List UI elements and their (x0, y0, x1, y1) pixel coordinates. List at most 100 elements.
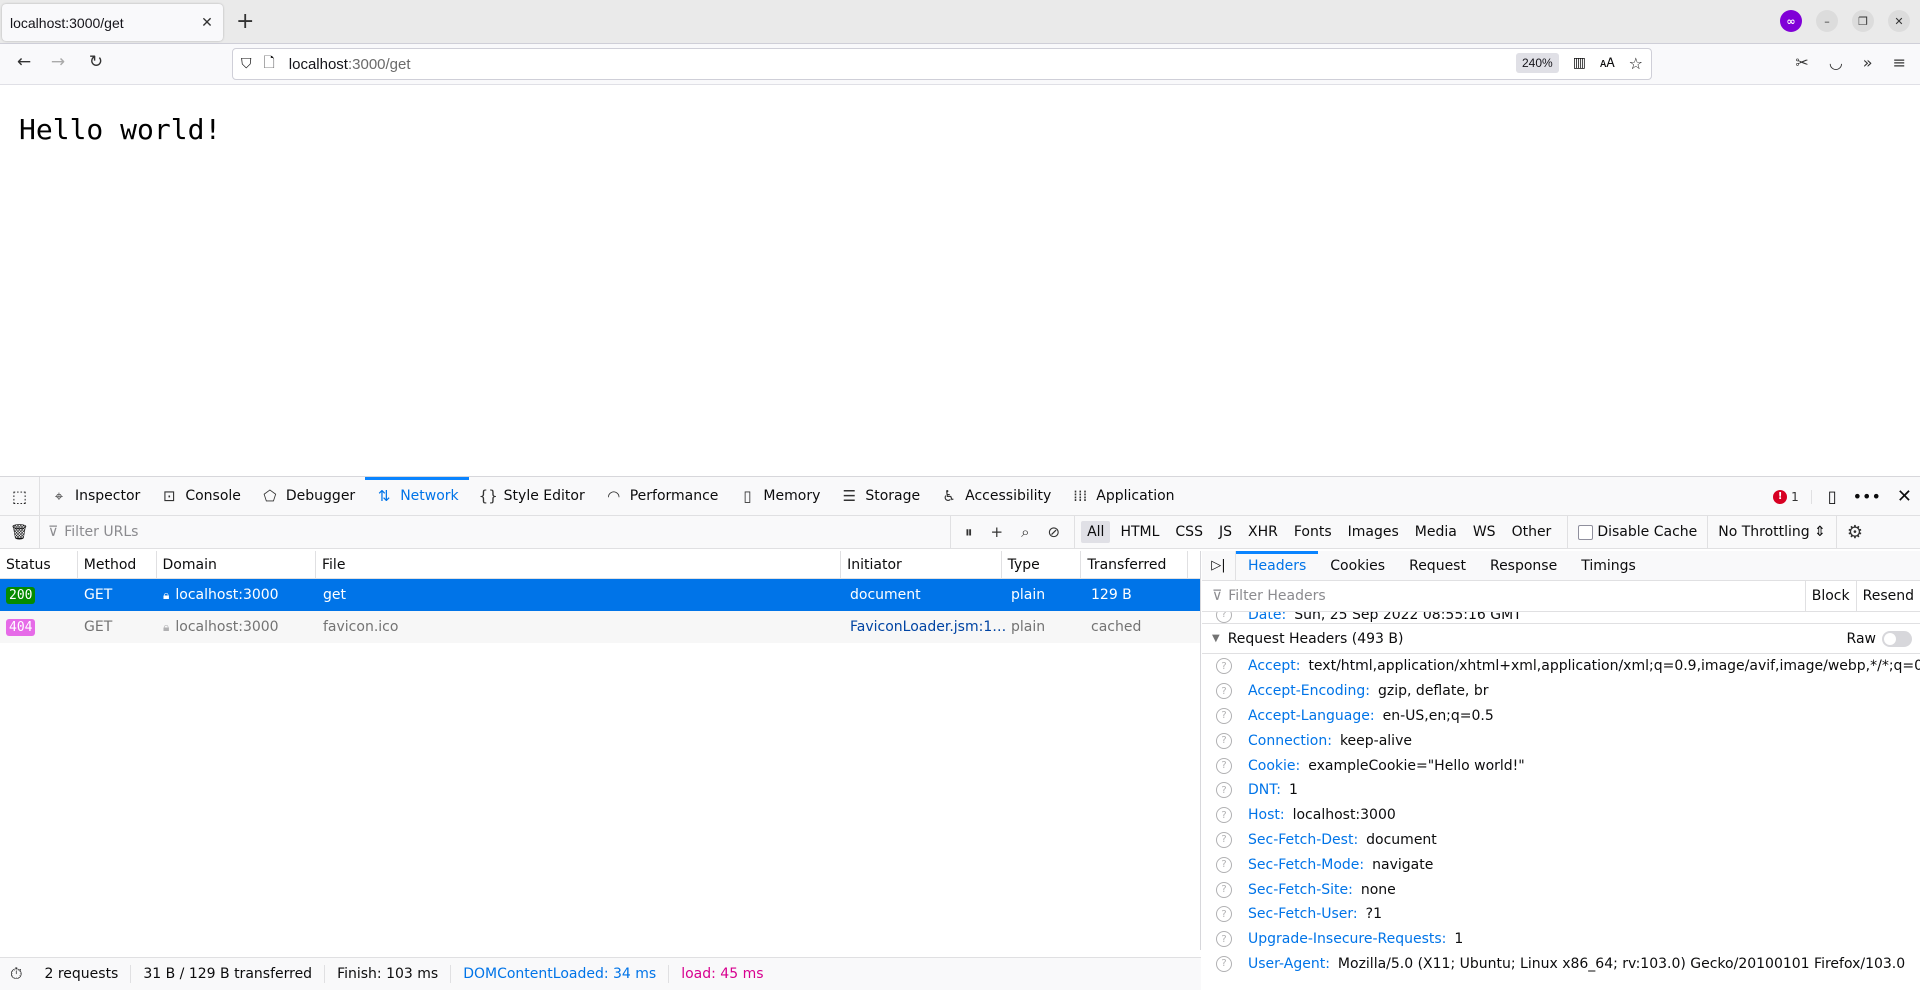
help-icon[interactable]: ? (1216, 658, 1232, 675)
help-icon[interactable]: ? (1216, 931, 1232, 948)
clear-requests-icon[interactable]: 🗑 (0, 516, 40, 548)
bookmark-star-icon[interactable]: ☆ (1629, 54, 1643, 73)
checkbox-box[interactable] (1578, 524, 1594, 540)
responsive-design-icon[interactable]: ▯ (1828, 487, 1837, 506)
help-icon[interactable]: ? (1216, 707, 1232, 724)
zoom-level-badge[interactable]: 240% (1516, 53, 1559, 73)
toggle-sidebar-icon[interactable]: ▷| (1202, 551, 1236, 580)
tab-application[interactable]: ⁞⁞⁞ Application (1061, 477, 1184, 515)
tab-label: Debugger (285, 488, 356, 504)
help-icon[interactable]: ? (1216, 683, 1232, 700)
reload-button[interactable]: ↻ (84, 52, 108, 72)
filter-fonts[interactable]: Fonts (1288, 521, 1338, 543)
url-text[interactable]: localhost:3000/get (289, 56, 411, 73)
request-row[interactable]: 404 GET 🔒︎ localhost:3000 favicon.ico Fav… (0, 611, 1200, 643)
element-picker-icon[interactable]: ⬚ (0, 477, 40, 515)
minimize-button[interactable]: – (1816, 10, 1838, 32)
tab-accessibility[interactable]: ♿ Accessibility (930, 477, 1061, 515)
request-row[interactable]: 200 GET 🔒︎ localhost:3000 get document pl… (0, 579, 1200, 611)
block-icon[interactable]: ⊘ (1048, 523, 1061, 541)
column-domain[interactable]: Domain (157, 551, 316, 578)
column-method[interactable]: Method (78, 551, 157, 578)
help-icon[interactable]: ? (1216, 757, 1232, 774)
tab-console[interactable]: ⊡ Console (150, 477, 251, 515)
back-button[interactable]: ← (12, 52, 36, 72)
resend-button[interactable]: Resend (1855, 581, 1920, 611)
error-count-badge[interactable]: ! 1 (1773, 489, 1812, 504)
details-tab-headers[interactable]: Headers (1236, 551, 1319, 580)
disable-cache-checkbox[interactable]: Disable Cache (1578, 524, 1697, 540)
new-tab-button[interactable]: + (236, 10, 254, 34)
details-tab-cookies[interactable]: Cookies (1318, 551, 1397, 580)
filter-images[interactable]: Images (1342, 521, 1405, 543)
close-tab-icon[interactable]: ✕ (199, 15, 215, 31)
details-tab-response[interactable]: Response (1478, 551, 1569, 580)
hamburger-menu-icon[interactable]: ≡ (1893, 53, 1906, 72)
column-status[interactable]: Status (0, 551, 78, 578)
header-value: en-US,en;q=0.5 (1382, 707, 1494, 724)
help-icon[interactable]: ? (1216, 807, 1232, 824)
column-transferred[interactable]: Transferred (1081, 551, 1188, 578)
browser-tab[interactable]: localhost:3000/get ✕ (2, 4, 223, 41)
more-options-icon[interactable]: ••• (1853, 487, 1881, 506)
help-icon[interactable]: ? (1216, 881, 1232, 898)
tab-inspector[interactable]: ⌖ Inspector (40, 477, 150, 515)
help-icon[interactable]: ? (1216, 906, 1232, 923)
search-icon[interactable]: ⌕ (1021, 523, 1029, 541)
details-tab-request[interactable]: Request (1397, 551, 1478, 580)
pocket-icon[interactable]: ◡ (1829, 53, 1843, 72)
help-icon[interactable]: ? (1216, 831, 1232, 848)
column-type[interactable]: Type (1002, 551, 1082, 578)
throttling-select[interactable]: No Throttling ⇕ (1718, 524, 1826, 540)
column-file[interactable]: File (316, 551, 842, 578)
reader-view-icon[interactable]: ▥ (1573, 55, 1586, 71)
filter-all[interactable]: All (1081, 521, 1111, 543)
raw-toggle[interactable]: Raw (1847, 630, 1912, 647)
block-button[interactable]: Block (1804, 581, 1856, 611)
url-bar[interactable]: ⛉ 🗋 localhost:3000/get 240% ▥ 🗚 ☆ (232, 48, 1652, 80)
translate-icon[interactable]: 🗚 (1600, 56, 1615, 71)
restore-button[interactable]: ❐ (1852, 10, 1874, 32)
header-name: Host: (1248, 807, 1285, 824)
raw-toggle-switch[interactable] (1882, 630, 1912, 647)
help-icon[interactable]: ? (1216, 612, 1232, 623)
details-tab-timings[interactable]: Timings (1569, 551, 1648, 580)
initiator-link[interactable]: FaviconLoader.jsm:1… (844, 611, 1005, 643)
page-content: Hello world! (0, 85, 1920, 476)
filter-headers-input[interactable]: ⊽ Filter Headers Block Resend (1202, 581, 1920, 612)
tab-performance[interactable]: ◠ Performance (595, 477, 729, 515)
tab-style-editor[interactable]: {} Style Editor (469, 477, 595, 515)
help-icon[interactable]: ? (1216, 955, 1232, 972)
stopwatch-icon[interactable]: ⏱ (0, 964, 32, 983)
tab-network[interactable]: ⇅ Network (365, 477, 470, 515)
headers-content: ? Date: Sun, 25 Sep 2022 08:55:16 GMT ▼ … (1202, 612, 1920, 990)
forward-button[interactable]: → (46, 52, 70, 72)
tab-memory[interactable]: ▯ Memory (728, 477, 830, 515)
navigation-bar: ← → ↻ ⛉ 🗋 localhost:3000/get 240% ▥ 🗚 ☆ … (0, 44, 1920, 85)
shield-icon[interactable]: ⛉ (241, 56, 252, 72)
help-icon[interactable]: ? (1216, 782, 1232, 799)
help-icon[interactable]: ? (1216, 732, 1232, 749)
network-settings-gear-icon[interactable]: ⚙ (1847, 522, 1863, 543)
help-icon[interactable]: ? (1216, 856, 1232, 873)
request-headers-section[interactable]: ▼ Request Headers (493 B) Raw (1202, 624, 1920, 654)
pause-icon[interactable]: ⏸ (965, 523, 973, 541)
filter-css[interactable]: CSS (1169, 521, 1209, 543)
overflow-chevron-icon[interactable]: » (1863, 53, 1873, 72)
tab-debugger[interactable]: ⬠ Debugger (251, 477, 365, 515)
screenshot-icon[interactable]: ✂ (1795, 53, 1808, 72)
filter-xhr[interactable]: XHR (1242, 521, 1284, 543)
close-devtools-icon[interactable]: ✕ (1897, 486, 1912, 507)
tab-storage[interactable]: ☰ Storage (830, 477, 930, 515)
expand-triangle-icon[interactable]: ▼ (1212, 633, 1220, 644)
filter-other[interactable]: Other (1506, 521, 1558, 543)
column-initiator[interactable]: Initiator (841, 551, 1002, 578)
close-window-button[interactable]: ✕ (1888, 10, 1910, 32)
add-request-icon[interactable]: + (991, 523, 1004, 541)
filter-js[interactable]: JS (1213, 521, 1238, 543)
filter-ws[interactable]: WS (1467, 521, 1502, 543)
filter-html[interactable]: HTML (1114, 521, 1165, 543)
filter-media[interactable]: Media (1409, 521, 1463, 543)
filter-urls-input[interactable]: ⊽ Filter URLs (40, 524, 950, 540)
page-icon[interactable]: 🗋 (264, 52, 275, 76)
